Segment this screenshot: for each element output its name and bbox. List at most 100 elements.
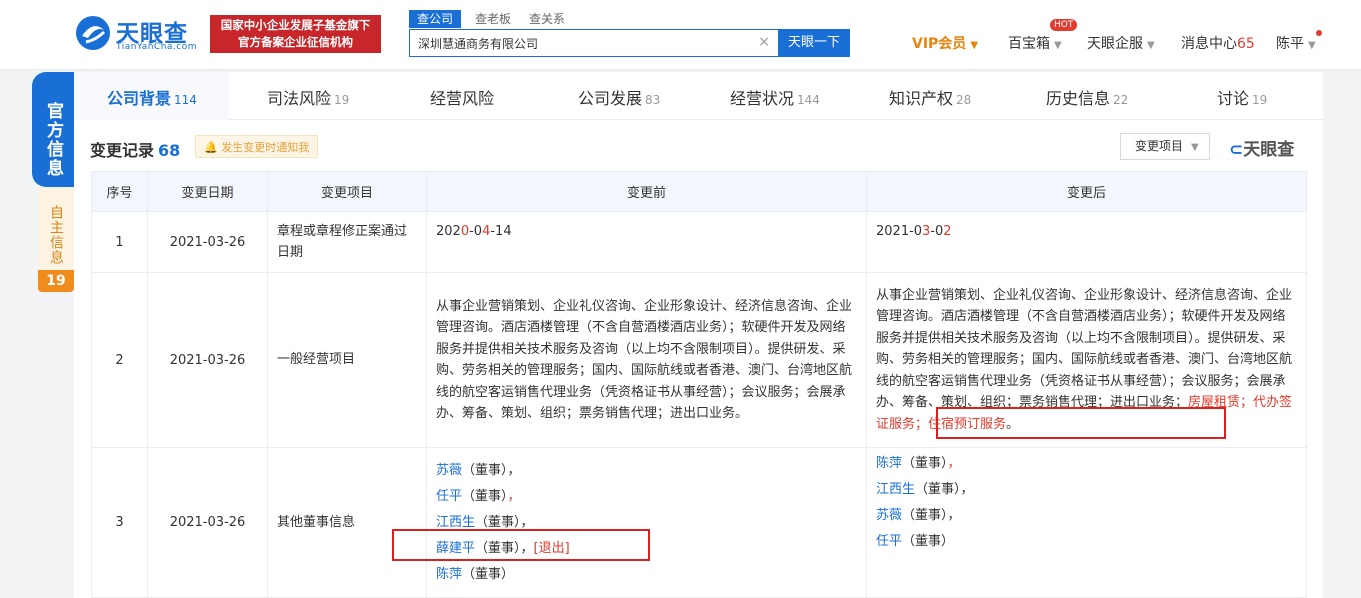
person-link[interactable]: 苏薇 (436, 463, 462, 478)
logo-subtext: TianYanCha.com (116, 42, 198, 52)
cell-no: 3 (91, 447, 148, 598)
col-header-item: 变更项目 (267, 171, 427, 212)
vip-label: VIP会员 (912, 36, 967, 52)
annotation-box-exited-director (392, 529, 650, 561)
tab-count: 22 (1113, 93, 1129, 107)
table-header-row: 序号 变更日期 变更项目 变更前 变更后 (91, 171, 1307, 212)
notify-button[interactable]: 🔔 发生变更时通知我 (195, 135, 319, 158)
badge-line-2: 官方备案企业征信机构 (238, 35, 353, 49)
tab-discussion[interactable]: 讨论 19 (1217, 85, 1267, 109)
annotation-box-added-services (936, 407, 1226, 439)
person-link[interactable]: 江西生 (876, 482, 915, 497)
side-tab-self-info[interactable]: 自主信息 (38, 188, 74, 276)
text-part: 2021-0 (876, 224, 923, 239)
col-header-date: 变更日期 (147, 171, 268, 212)
main-panel: 公司背景 114 司法风险 19 经营风险 公司发展 83 经营状况 144 知识产权 2… (74, 72, 1323, 598)
search-box: × (409, 29, 779, 57)
cell-date: 2021-03-26 (147, 272, 268, 448)
tab-company-background[interactable]: 公司背景 114 (107, 85, 197, 109)
change-record-table: 序号 变更日期 变更项目 变更前 变更后 1 2021-03-26 章程或章程修… (91, 171, 1307, 598)
person-link[interactable]: 陈萍 (876, 456, 902, 471)
tab-history[interactable]: 历史信息 22 (1046, 85, 1128, 109)
chevron-down-icon: ▼ (1308, 40, 1316, 51)
category-tabs: 公司背景 114 司法风险 19 经营风险 公司发展 83 经营状况 144 知识产权 2… (74, 72, 1323, 120)
col-header-before: 变更前 (426, 171, 867, 212)
tab-count: 144 (797, 93, 820, 107)
qifu-menu[interactable]: 天眼企服 ▼ (1087, 33, 1155, 53)
tab-judicial-risk[interactable]: 司法风险 19 (267, 85, 349, 109)
watermark-logo-icon: ⊂ (1229, 140, 1244, 160)
separator: ， (960, 482, 974, 497)
cell-before: 苏薇（董事）， 任平（董事）， 江西生（董事）， 薛建平（董事），[退出] 陈萍… (426, 447, 867, 598)
tab-count: 83 (645, 93, 661, 107)
tianyancha-logo[interactable]: 天眼查 TianYanCha.com (74, 14, 202, 54)
message-count: 65 (1237, 36, 1255, 52)
logo-mark-icon (76, 16, 110, 50)
hot-badge: HOT (1050, 19, 1078, 31)
top-header: 天眼查 TianYanCha.com 国家中小企业发展子基金旗下 官方备案企业征… (0, 0, 1361, 70)
col-header-no: 序号 (91, 171, 148, 212)
person-entry: 陈萍（董事）， (876, 451, 1297, 477)
person-role: （董事） (462, 462, 508, 478)
tab-intellectual-property[interactable]: 知识产权 28 (889, 85, 971, 109)
user-menu[interactable]: 陈平 ▼ (1276, 33, 1316, 53)
tab-company-development[interactable]: 公司发展 83 (578, 85, 660, 109)
person-link[interactable]: 任平 (436, 489, 462, 504)
person-link[interactable]: 苏薇 (876, 508, 902, 523)
tab-business-risk[interactable]: 经营风险 (430, 85, 497, 109)
text-part: -14 (490, 224, 512, 239)
diff-highlight: 2 (943, 224, 952, 239)
certification-badge: 国家中小企业发展子基金旗下 官方备案企业征信机构 (210, 15, 381, 53)
tab-count: 28 (956, 93, 972, 107)
message-center[interactable]: 消息中心65 (1181, 33, 1255, 53)
text-part: 从事企业营销策划、企业礼仪咨询、企业形象设计、经济信息咨询、企业管理咨询。酒店酒… (876, 287, 1293, 411)
search-input[interactable] (410, 30, 740, 56)
person-link[interactable]: 江西生 (436, 515, 475, 530)
side-tab-official-info[interactable]: 官方信息 (32, 72, 74, 187)
person-entry: 苏薇（董事）， (876, 503, 1297, 529)
search-tabs: 查公司 查老板 查关系 (409, 10, 583, 28)
tab-count: 19 (1252, 93, 1268, 107)
person-link[interactable]: 陈萍 (436, 567, 462, 582)
cell-after: 陈萍（董事）， 江西生（董事）， 苏薇（董事）， 任平（董事） (866, 447, 1307, 598)
col-header-after: 变更后 (866, 171, 1307, 212)
cell-date: 2021-03-26 (147, 447, 268, 598)
baibaoxiang-menu[interactable]: 百宝箱 ▼ (1008, 33, 1062, 53)
search-button[interactable]: 天眼一下 (778, 29, 850, 57)
text-part: 202 (436, 224, 461, 239)
tab-count: 114 (174, 93, 197, 107)
search-tab-relation[interactable]: 查关系 (529, 10, 565, 28)
section-count: 68 (158, 141, 181, 160)
separator: ， (507, 488, 521, 504)
separator: ， (947, 508, 961, 523)
filter-label: 变更项目 (1135, 139, 1184, 153)
tab-label: 经营状况 (730, 89, 795, 108)
tab-label: 公司背景 (107, 89, 172, 108)
baibaoxiang-label: 百宝箱 (1008, 36, 1050, 52)
change-item-filter[interactable]: 变更项目 ▼ (1120, 133, 1210, 160)
section-title-label: 变更记录 (90, 141, 155, 160)
message-center-label: 消息中心 (1181, 36, 1237, 52)
vip-menu[interactable]: VIP会员 ▼ (912, 33, 978, 53)
cell-no: 2 (91, 272, 148, 448)
cell-no: 1 (91, 211, 148, 273)
tab-label: 经营风险 (430, 89, 495, 108)
side-tab-self-info-count: 19 (38, 270, 74, 292)
cell-date: 2021-03-26 (147, 211, 268, 273)
search-tab-company[interactable]: 查公司 (409, 10, 462, 28)
tab-label: 司法风险 (267, 89, 332, 108)
cell-item: 一般经营项目 (267, 272, 427, 448)
tab-business-status[interactable]: 经营状况 144 (730, 85, 820, 109)
person-link[interactable]: 任平 (876, 534, 902, 549)
watermark-text: 天眼查 (1243, 140, 1295, 160)
separator: ， (507, 462, 521, 478)
clear-icon[interactable]: × (758, 34, 770, 50)
person-role: （董事） (462, 488, 508, 504)
search-tab-boss[interactable]: 查老板 (475, 10, 511, 28)
cell-before: 2020-04-14 (426, 211, 867, 273)
user-name: 陈平 (1276, 36, 1304, 52)
cell-item: 章程或章程修正案通过日期 (267, 211, 427, 273)
person-entry: 江西生（董事）， (876, 477, 1297, 503)
text-part: -0 (469, 224, 483, 239)
tab-label: 讨论 (1217, 89, 1250, 108)
